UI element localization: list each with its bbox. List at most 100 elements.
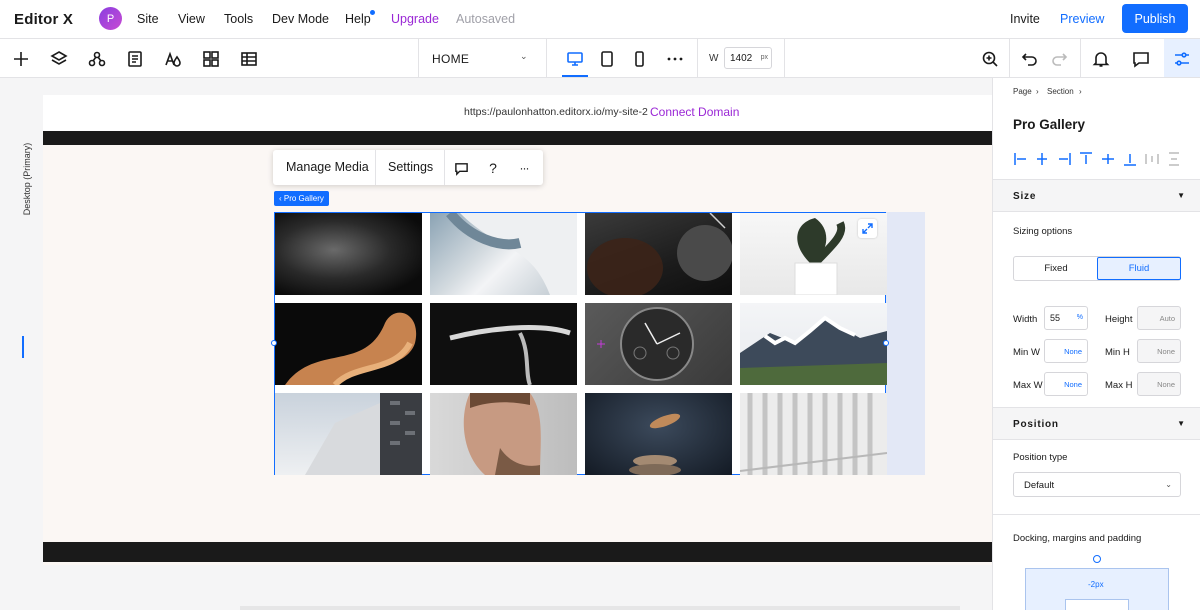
gallery-tile-copper-ribbon[interactable] bbox=[275, 303, 422, 385]
toolbar-divider bbox=[546, 39, 547, 77]
max-w-label: Max W bbox=[1013, 380, 1043, 391]
align-center-v-icon[interactable] bbox=[1100, 151, 1116, 167]
width-unit[interactable]: % bbox=[1077, 314, 1083, 321]
distribute-v-icon[interactable] bbox=[1166, 151, 1182, 167]
layers-icon[interactable] bbox=[49, 49, 69, 69]
gallery-action-bar: Manage Media Settings ? ··· bbox=[273, 150, 543, 185]
help-icon[interactable]: ? bbox=[485, 160, 501, 176]
sizing-fixed-option[interactable]: Fixed bbox=[1014, 257, 1098, 280]
chevron-right-icon: › bbox=[1079, 87, 1082, 96]
inspector-panel: Page › Section › Pro Gallery Size ▼ Sizi… bbox=[992, 78, 1200, 610]
distribute-h-icon[interactable] bbox=[1144, 151, 1160, 167]
page-selector[interactable]: HOME bbox=[432, 52, 469, 66]
max-height-input[interactable]: None bbox=[1137, 372, 1181, 396]
cms-table-icon[interactable] bbox=[239, 49, 259, 69]
align-right-icon[interactable] bbox=[1056, 151, 1072, 167]
pro-gallery[interactable] bbox=[274, 212, 887, 475]
editor-x-logo[interactable]: Editor X bbox=[14, 11, 73, 28]
desktop-device-icon[interactable] bbox=[565, 49, 585, 69]
settings-button[interactable]: Settings bbox=[388, 160, 433, 174]
inspector-settings-icon[interactable] bbox=[1172, 49, 1192, 69]
zoom-icon[interactable] bbox=[980, 49, 1000, 69]
height-input[interactable]: Auto bbox=[1137, 306, 1181, 330]
position-type-dropdown[interactable]: Default ⌄ bbox=[1013, 472, 1181, 497]
size-section-header[interactable]: Size ▼ bbox=[993, 179, 1200, 212]
gallery-tile-snowy-mountain[interactable] bbox=[740, 303, 887, 385]
height-label: Height bbox=[1105, 314, 1133, 325]
expand-icon[interactable] bbox=[858, 219, 877, 238]
gallery-tile-man-portrait[interactable] bbox=[430, 393, 577, 475]
user-avatar[interactable]: P bbox=[99, 7, 122, 30]
pro-gallery-tag[interactable]: ‹ Pro Gallery bbox=[274, 191, 329, 206]
max-width-input[interactable]: None bbox=[1044, 372, 1088, 396]
align-bottom-icon[interactable] bbox=[1122, 151, 1138, 167]
notifications-bell-icon[interactable] bbox=[1091, 49, 1111, 69]
canvas-width-input[interactable]: 1402 px bbox=[724, 47, 772, 69]
mobile-device-icon[interactable] bbox=[629, 49, 649, 69]
gallery-tile-coffee-cup[interactable] bbox=[585, 213, 732, 295]
components-icon[interactable] bbox=[87, 49, 107, 69]
docking-anchor-icon[interactable] bbox=[1093, 555, 1101, 563]
min-height-input[interactable]: None bbox=[1137, 339, 1181, 363]
header-strip[interactable] bbox=[43, 131, 992, 145]
toolbar-divider bbox=[697, 39, 698, 77]
gallery-tile-wrist-watch[interactable] bbox=[585, 303, 732, 385]
footer-strip[interactable] bbox=[43, 542, 992, 562]
invite-button[interactable]: Invite bbox=[1010, 12, 1040, 26]
breadcrumb-page[interactable]: Page bbox=[1013, 87, 1032, 96]
sizing-fluid-option[interactable]: Fluid bbox=[1097, 257, 1181, 280]
toolbar-divider bbox=[1009, 39, 1010, 77]
chevron-down-icon[interactable]: ⌄ bbox=[520, 51, 528, 62]
collapse-triangle-icon[interactable]: ▼ bbox=[1177, 191, 1185, 200]
position-section-header[interactable]: Position ▼ bbox=[993, 407, 1200, 440]
theme-icon[interactable] bbox=[163, 49, 183, 69]
editor-canvas[interactable]: Desktop (Primary) https://paulonhatton.e… bbox=[0, 78, 992, 610]
align-top-icon[interactable] bbox=[1078, 151, 1094, 167]
action-bar-divider bbox=[444, 150, 445, 185]
menu-view[interactable]: View bbox=[178, 12, 205, 26]
connect-domain-link[interactable]: Connect Domain bbox=[650, 105, 739, 119]
site-url-bar: https://paulonhatton.editorx.io/my-site-… bbox=[43, 95, 992, 131]
menu-help[interactable]: Help bbox=[345, 12, 371, 26]
chevron-right-icon: › bbox=[1036, 87, 1039, 96]
resize-handle-left[interactable] bbox=[271, 340, 277, 346]
pages-icon[interactable] bbox=[125, 49, 145, 69]
top-margin-value[interactable]: -2px bbox=[1088, 580, 1104, 589]
undo-icon[interactable] bbox=[1020, 49, 1040, 69]
align-center-h-icon[interactable] bbox=[1034, 151, 1050, 167]
comment-icon[interactable] bbox=[453, 160, 469, 176]
min-w-label: Min W bbox=[1013, 347, 1040, 358]
gallery-tile-abstract-curve[interactable] bbox=[430, 213, 577, 295]
more-options-icon[interactable]: ··· bbox=[516, 160, 532, 176]
apps-icon[interactable] bbox=[201, 49, 221, 69]
publish-button[interactable]: Publish bbox=[1122, 4, 1188, 33]
preview-button[interactable]: Preview bbox=[1060, 12, 1104, 26]
more-breakpoints-icon[interactable] bbox=[665, 49, 685, 69]
align-left-icon[interactable] bbox=[1013, 151, 1029, 167]
canvas-scroll-indicator[interactable] bbox=[22, 336, 24, 358]
autosave-status: Autosaved bbox=[456, 12, 516, 26]
resize-handle-right[interactable] bbox=[883, 340, 889, 346]
manage-media-button[interactable]: Manage Media bbox=[286, 160, 369, 174]
position-section-title: Position bbox=[1013, 419, 1059, 430]
min-width-input[interactable]: None bbox=[1044, 339, 1088, 363]
collapse-triangle-icon[interactable]: ▼ bbox=[1177, 419, 1185, 428]
width-label: Width bbox=[1013, 314, 1038, 325]
upgrade-link[interactable]: Upgrade bbox=[391, 12, 439, 26]
add-elements-icon[interactable] bbox=[11, 49, 31, 69]
top-bar: Editor X P Site View Tools Dev Mode Help… bbox=[0, 0, 1200, 39]
tablet-device-icon[interactable] bbox=[597, 49, 617, 69]
breadcrumb-section[interactable]: Section bbox=[1047, 87, 1074, 96]
menu-site[interactable]: Site bbox=[137, 12, 159, 26]
gallery-tile-bicycle-handlebar[interactable] bbox=[430, 303, 577, 385]
width-input[interactable]: 55 % bbox=[1044, 306, 1088, 330]
panel-divider bbox=[993, 514, 1200, 515]
gallery-tile-building[interactable] bbox=[275, 393, 422, 475]
menu-tools[interactable]: Tools bbox=[224, 12, 253, 26]
comments-icon[interactable] bbox=[1131, 49, 1151, 69]
menu-dev-mode[interactable]: Dev Mode bbox=[272, 12, 329, 26]
gallery-tile-white-arches[interactable] bbox=[740, 393, 887, 475]
gallery-tile-dark-terrain[interactable] bbox=[275, 213, 422, 295]
redo-icon[interactable] bbox=[1049, 49, 1069, 69]
gallery-tile-floating-stones[interactable] bbox=[585, 393, 732, 475]
